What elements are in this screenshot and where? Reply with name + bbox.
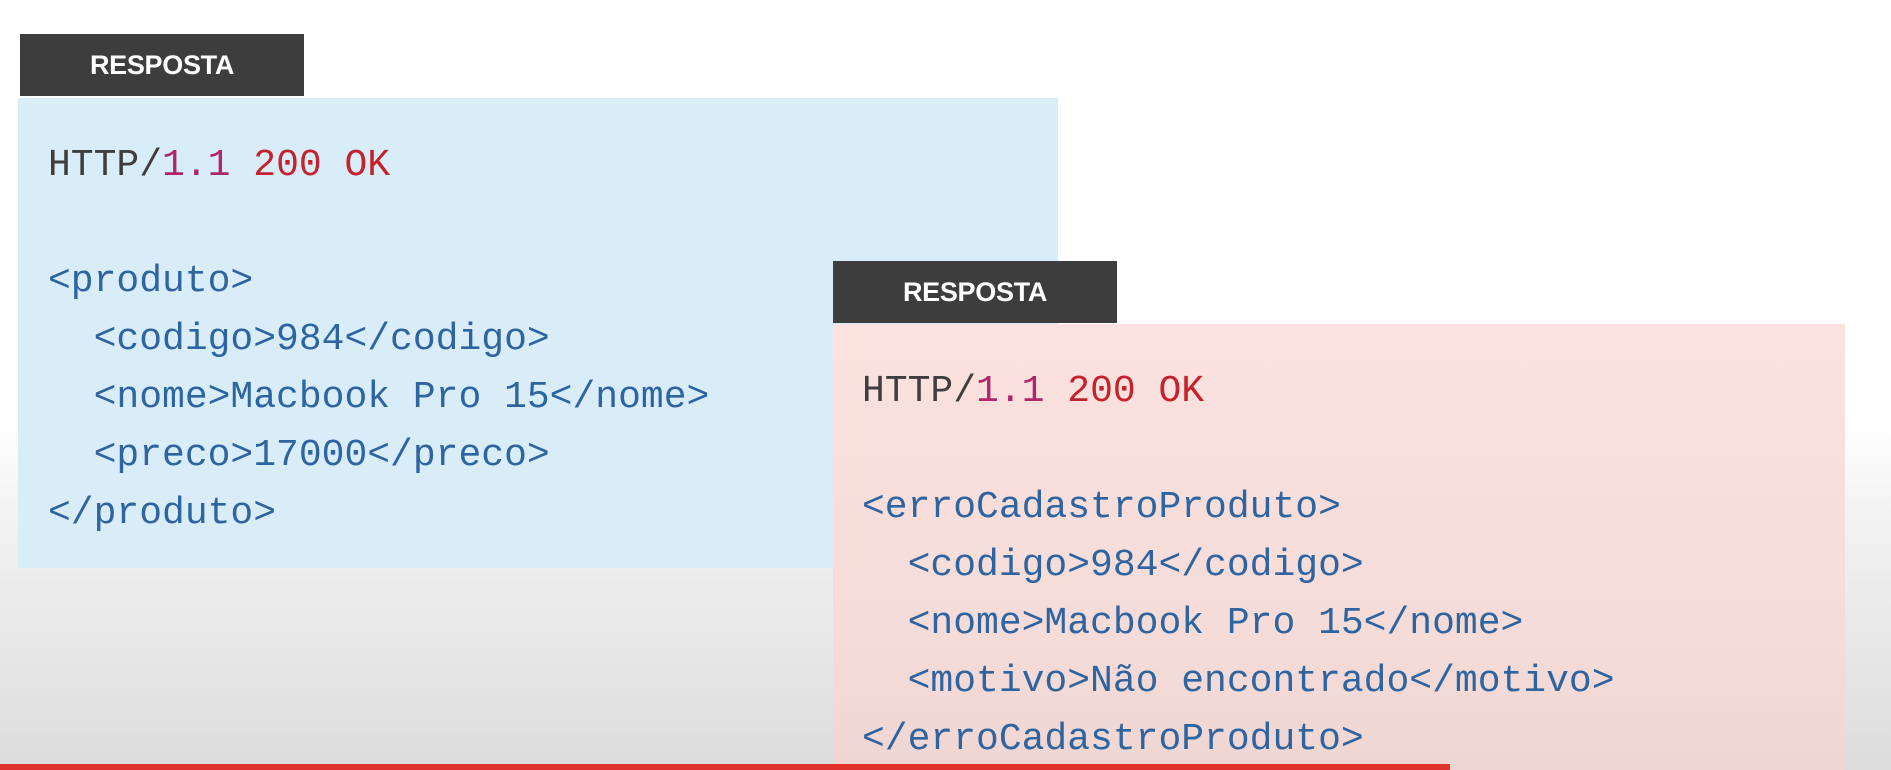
status-line: HTTP/1.1 200 OK <box>862 363 1615 421</box>
code-line: <motivo>Não encontrado</motivo> <box>907 660 1615 703</box>
code-line: <produto> <box>48 260 254 303</box>
http-status: 200 OK <box>253 144 391 187</box>
code-line: </produto> <box>48 492 277 535</box>
code-line: <codigo>984</codigo> <box>907 544 1364 587</box>
video-progress-bar[interactable] <box>0 764 1450 770</box>
code-line: <codigo>984</codigo> <box>93 318 550 361</box>
response-label-left: RESPOSTA <box>20 34 304 96</box>
http-protocol: HTTP/ <box>862 370 977 413</box>
response-label-right: RESPOSTA <box>833 261 1117 323</box>
response-code-left: HTTP/1.1 200 OK <produto> <codigo>984</c… <box>48 137 709 543</box>
response-code-right: HTTP/1.1 200 OK <erroCadastroProduto> <c… <box>862 363 1615 769</box>
status-line: HTTP/1.1 200 OK <box>48 137 709 195</box>
code-line: </erroCadastroProduto> <box>862 718 1364 761</box>
response-panel-right: HTTP/1.1 200 OK <erroCadastroProduto> <c… <box>833 324 1845 770</box>
http-version: 1.1 <box>162 144 231 187</box>
code-line: <nome>Macbook Pro 15</nome> <box>93 376 710 419</box>
code-line: <preco>17000</preco> <box>93 434 550 477</box>
http-status: 200 OK <box>1067 370 1205 413</box>
http-protocol: HTTP/ <box>48 144 163 187</box>
code-line: <erroCadastroProduto> <box>862 486 1341 529</box>
http-version: 1.1 <box>976 370 1045 413</box>
code-line: <nome>Macbook Pro 15</nome> <box>907 602 1524 645</box>
